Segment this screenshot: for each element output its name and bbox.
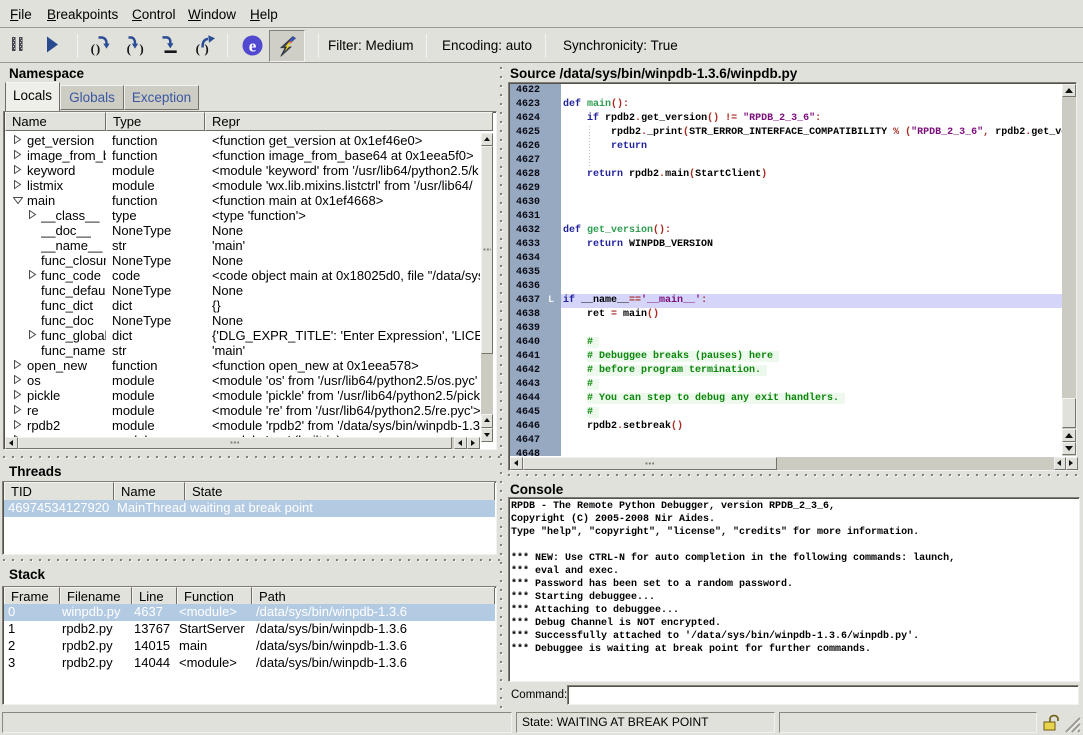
svg-text:(: (: [196, 41, 200, 56]
svg-text:): ): [204, 41, 208, 56]
svg-text:e: e: [249, 37, 257, 56]
svg-text:(): (): [91, 41, 102, 56]
svg-text:): ): [139, 41, 143, 56]
svg-text:(: (: [127, 41, 131, 56]
